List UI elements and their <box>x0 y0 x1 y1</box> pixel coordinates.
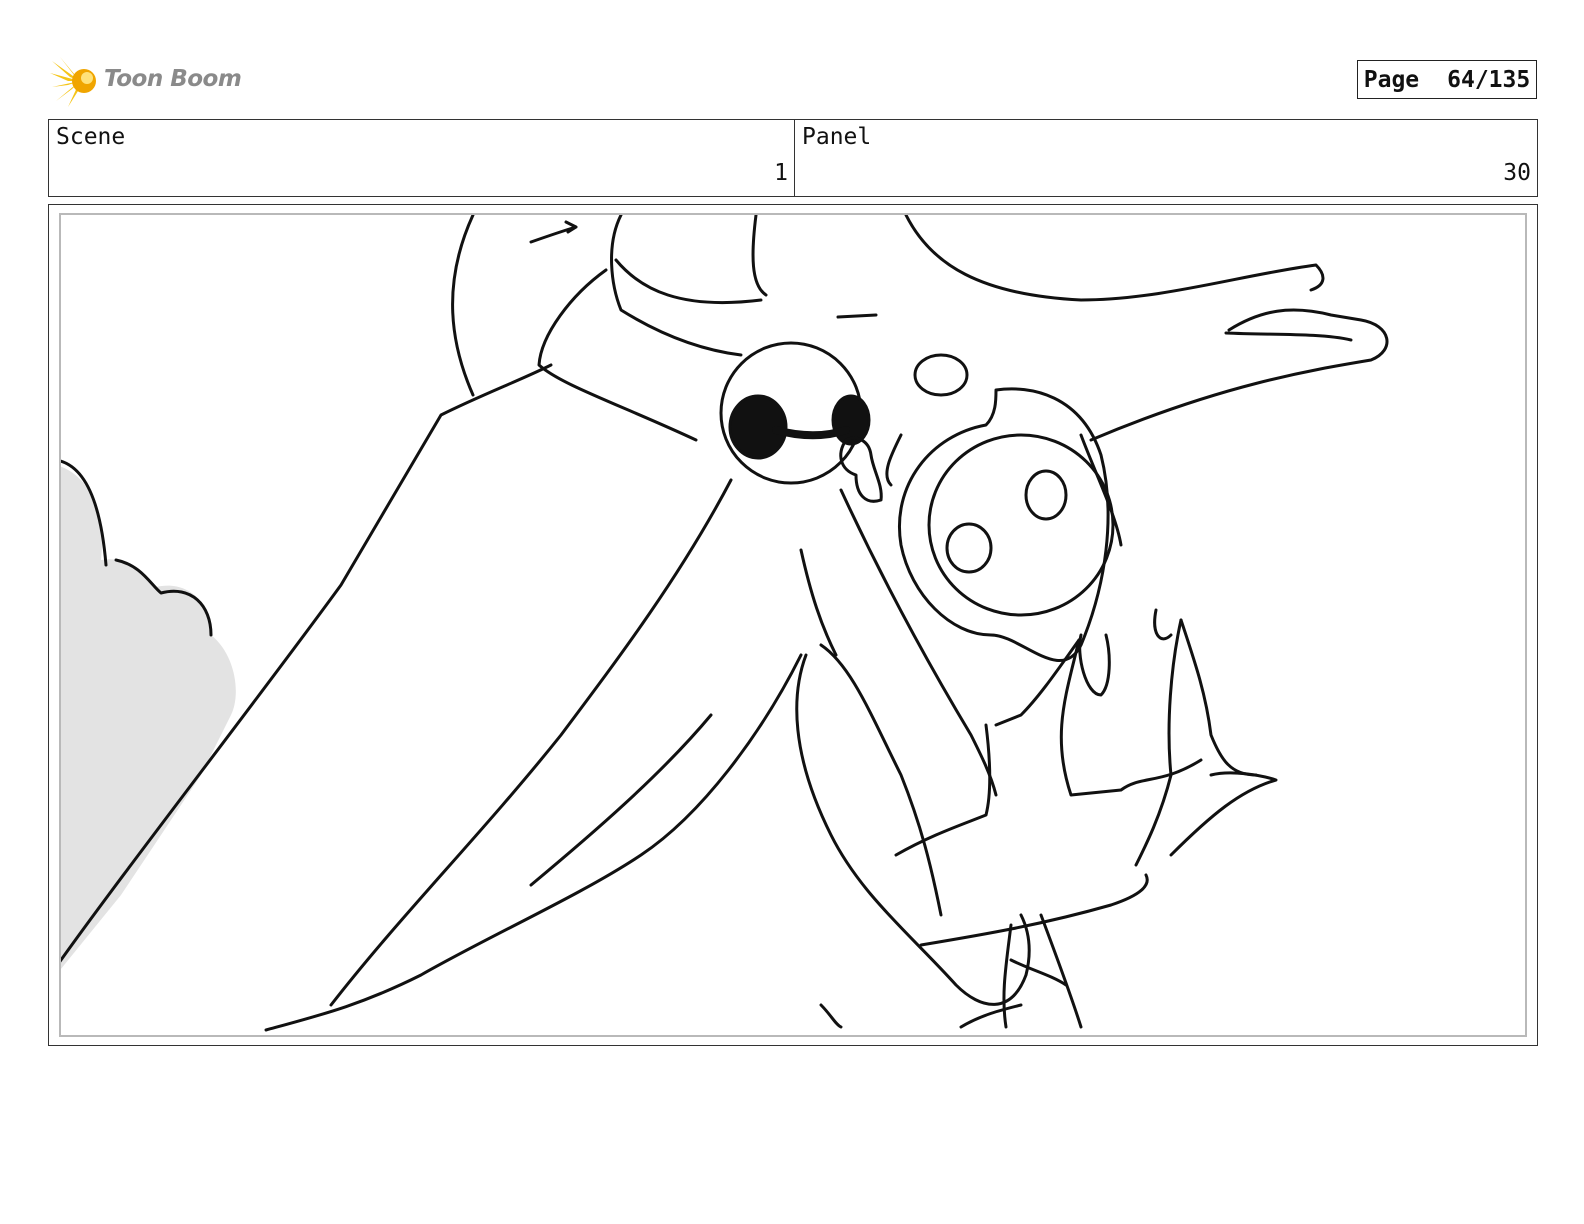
face-eye-lower <box>945 522 993 574</box>
panel-cell: Panel 30 <box>795 120 1537 196</box>
head-curve-5 <box>751 215 768 297</box>
claw-5 <box>1169 771 1278 857</box>
cheek-line <box>885 433 903 487</box>
storyboard-frame <box>48 204 1538 1046</box>
claw-3 <box>1134 618 1183 867</box>
horn-right <box>1089 308 1389 442</box>
head-curve-3 <box>610 215 743 357</box>
small-line <box>836 313 878 319</box>
body-lower-2 <box>1039 913 1083 1029</box>
sketch-drawing <box>61 215 1389 1032</box>
scene-label: Scene <box>56 124 126 150</box>
face-right-inner <box>927 433 1115 617</box>
drip-right <box>1078 633 1111 697</box>
arrow-mark <box>529 220 578 244</box>
tentacle-lower <box>264 653 803 1032</box>
arm-main <box>795 653 1031 1006</box>
burst-icon <box>50 57 96 107</box>
tentacle-inner <box>329 478 733 1007</box>
panel-label: Panel <box>802 124 872 150</box>
claw-tip <box>1153 608 1173 641</box>
arm-inner <box>819 643 943 917</box>
face-right-outer <box>898 387 1110 662</box>
page-label: Page <box>1363 66 1420 93</box>
small-spot <box>913 353 969 397</box>
smoke-cloud <box>61 466 236 969</box>
page-number: 64/135 <box>1447 66 1531 93</box>
horn-mid <box>1224 331 1353 342</box>
claw-4 <box>1179 618 1258 777</box>
bottom-line <box>959 1003 1023 1029</box>
horn-top <box>904 215 1325 302</box>
scene-panel-row: Scene 1 Panel 30 <box>48 119 1538 197</box>
body-lower-1 <box>1002 923 1013 1029</box>
panel-number: 30 <box>1503 160 1531 186</box>
head-curve-1 <box>451 215 475 397</box>
toon-boom-logo: Toon Boom <box>50 55 250 107</box>
scene-number: 1 <box>774 160 788 186</box>
pupil-bridge <box>772 426 850 440</box>
page-indicator: Page 64/135 <box>1357 60 1537 99</box>
face-eye-upper <box>1024 469 1068 521</box>
bottom-line-2 <box>819 1003 843 1029</box>
torso-line-2 <box>839 488 998 797</box>
camera-safe-frame <box>59 213 1527 1037</box>
scene-cell: Scene 1 <box>49 120 795 196</box>
drip <box>839 436 883 503</box>
head-curve-4 <box>614 258 763 305</box>
logo-wordmark: Toon Boom <box>104 66 242 92</box>
torso-line-1 <box>799 548 838 657</box>
hand-arm <box>919 873 1149 947</box>
